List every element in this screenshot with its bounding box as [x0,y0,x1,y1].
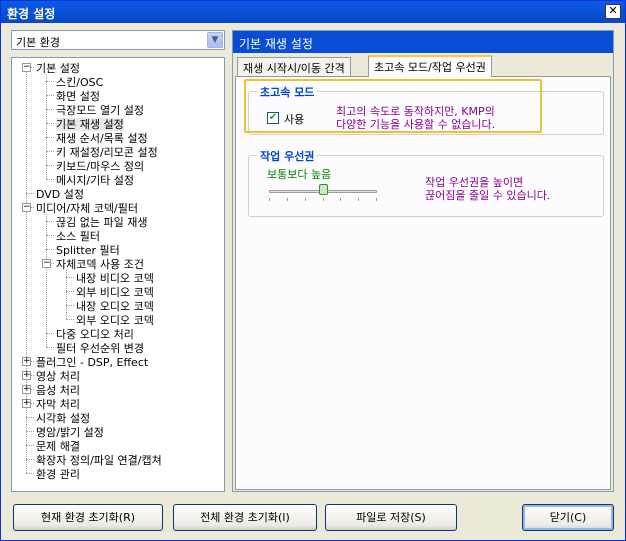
tree-item[interactable]: 극장모드 열기 설정 [56,102,144,117]
category-select-value: 기본 환경 [16,36,60,49]
tree-item[interactable]: 자막 처리 [36,396,80,411]
turbo-highlight-frame [244,79,542,133]
priority-slider[interactable] [269,182,381,204]
settings-panel: 기본 재생 설정 재생 시작시/이동 간격 초고속 모드/작업 우선권 초고속 … [232,30,614,492]
tree-item[interactable]: 미디어/자체 코덱/필터 [36,200,138,215]
collapse-icon[interactable]: − [22,63,31,72]
tree-item[interactable]: 필터 우선순위 변경 [56,340,144,355]
priority-group: 작업 우선권 보통보다 높음 작업 우선권을 높이면 끊어짐을 줄일 수 있습니… [248,148,604,217]
tree-item[interactable]: 키 재설정/리모콘 설정 [56,144,158,159]
tree-item[interactable]: 명암/밝기 설정 [36,424,104,439]
tab-content: 초고속 모드 ✔ 사용 최고의 속도로 동작하지만, KMP의 다양한 기능을 … [235,76,611,490]
close-button[interactable]: 닫기(C) [522,504,614,531]
reset-all-button[interactable]: 전체 환경 초기화(I) [173,504,317,531]
priority-title: 작업 우선권 [257,148,318,164]
slider-tick [287,198,288,201]
tree-item[interactable]: 화면 설정 [56,88,100,103]
settings-tree[interactable]: 기본 설정 − 스킨/OSC 화면 설정 극장모드 열기 설정 기본 재생 설정 재생 순서… [11,57,225,492]
category-select[interactable]: 기본 환경 ▼ [11,30,225,50]
window-title: 환경 설정 [7,7,56,21]
tree-item[interactable]: 재생 순서/목록 설정 [56,130,148,145]
tree-item[interactable]: 소스 필터 [56,228,100,243]
settings-window: 환경 설정 ✕ 기본 환경 ▼ 기본 설정 − 스킨/OSC 화면 설정 극장모드 열기… [0,0,626,541]
tree-item[interactable]: 영상 처리 [36,368,80,383]
slider-tick [376,198,377,201]
tree-item[interactable]: 스킨/OSC [56,74,103,89]
slider-tick [358,198,359,201]
tree-item[interactable]: 확장자 정의/파일 연결/캡쳐 [36,452,162,467]
tree-item[interactable]: 내장 오디오 코덱 [76,298,154,313]
save-to-file-button[interactable]: 파일로 저장(S) [325,504,457,531]
tree-item[interactable]: 외부 오디오 코덱 [76,312,154,327]
tree-item[interactable]: 외부 비디오 코덱 [76,284,154,299]
tree-item[interactable]: 자체코덱 사용 조건 [56,256,144,271]
collapse-icon[interactable]: − [42,259,51,268]
slider-tick [305,198,306,201]
tree-item[interactable]: DVD 설정 [36,186,84,201]
title-bar: 환경 설정 ✕ [1,1,625,23]
chevron-down-icon[interactable]: ▼ [207,32,223,48]
tab-turbo-priority[interactable]: 초고속 모드/작업 우선권 [368,55,492,77]
tree-item[interactable]: 기본 재생 설정 [56,116,124,131]
tree-item[interactable]: 환경 관리 [36,466,80,481]
reset-current-button[interactable]: 현재 환경 초기화(R) [13,504,163,531]
slider-thumb[interactable] [319,184,328,195]
tree-item[interactable]: 키보드/마우스 정의 [56,158,144,173]
slider-tick [269,198,270,201]
tree-item[interactable]: 메시지/기타 설정 [56,172,134,187]
tree-item[interactable]: 기본 설정 [36,60,80,75]
slider-tick [323,198,324,201]
panel-header: 기본 재생 설정 [233,31,613,53]
panel-title: 기본 재생 설정 [239,37,313,51]
expand-icon[interactable]: + [22,385,31,394]
tree-item[interactable]: 문제 해결 [36,438,80,453]
priority-current-value: 보통보다 높음 [267,168,332,181]
tree-item-label: 환경 관리 [36,468,80,481]
close-icon[interactable]: ✕ [605,4,621,19]
tree-item[interactable]: 다중 오디오 처리 [56,326,134,341]
expand-icon[interactable]: + [22,371,31,380]
priority-desc-line2: 끊어짐을 줄일 수 있습니다. [425,189,551,202]
expand-icon[interactable]: + [22,357,31,366]
slider-tick [340,198,341,201]
tree-item[interactable]: Splitter 필터 [56,242,120,257]
tree-item[interactable]: 플러그인 - DSP, Effect [36,354,148,369]
expand-icon[interactable]: + [22,399,31,408]
tab-playback-start[interactable]: 재생 시작시/이동 간격 [237,57,351,76]
tree-item[interactable]: 내장 비디오 코덱 [76,270,154,285]
tree-item[interactable]: 음성 처리 [36,382,80,397]
tree-item[interactable]: 끊김 없는 파일 재생 [56,214,147,229]
collapse-icon[interactable]: − [22,203,31,212]
tree-item[interactable]: 시각화 설정 [36,410,90,425]
